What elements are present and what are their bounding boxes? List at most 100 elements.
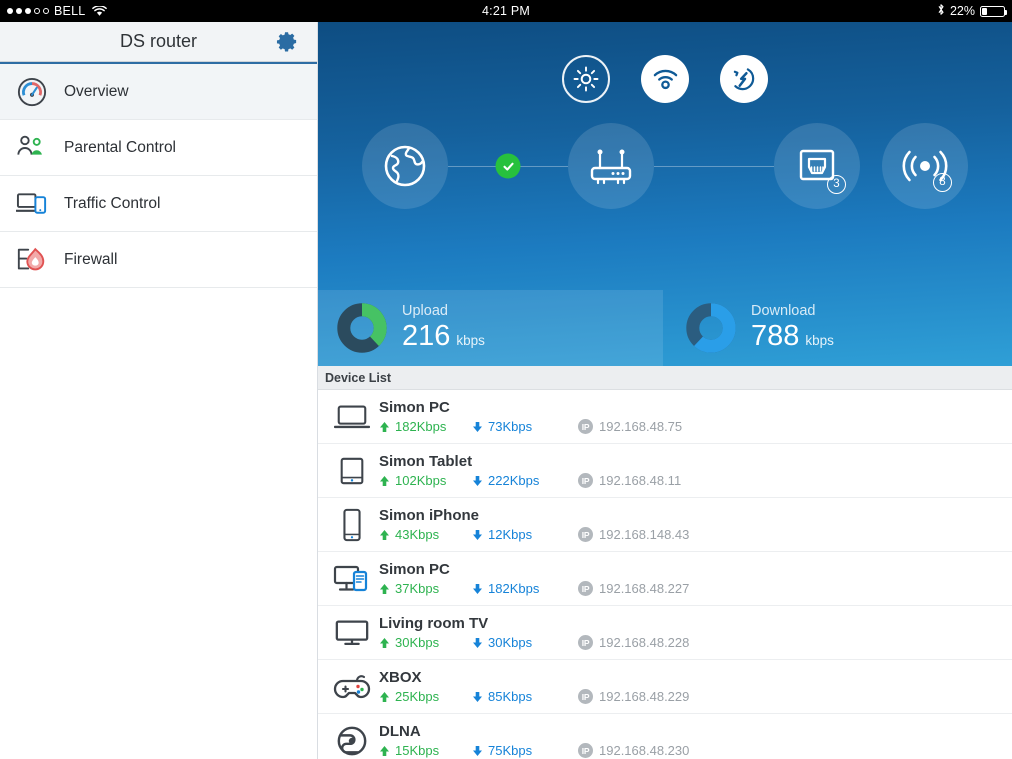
upload-label: Upload: [402, 302, 448, 319]
table-row[interactable]: Simon iPhone 43Kbps 12Kbps IP 192.168.14…: [318, 498, 1012, 552]
dlna-icon: [325, 721, 379, 759]
topology-node-internet[interactable]: [362, 123, 448, 209]
device-name: Living room TV: [379, 614, 489, 632]
ip-stat: IP 192.168.48.75: [578, 419, 682, 435]
upload-arrow-icon: [379, 745, 390, 757]
device-info: XBOX 25Kbps 85Kbps IP 192.168.48.229: [379, 669, 689, 705]
device-stats: 30Kbps 30Kbps IP 192.168.48.228: [379, 635, 689, 651]
download-stat: 182Kbps: [472, 581, 578, 596]
download-value: 12Kbps: [488, 527, 533, 543]
topology-node-router[interactable]: [568, 123, 654, 209]
device-stats: 25Kbps 85Kbps IP 192.168.48.229: [379, 689, 689, 705]
topology-link-router-lan: [654, 165, 774, 167]
sidebar-item-overview[interactable]: Overview: [0, 64, 317, 120]
upload-stat: 25Kbps: [379, 689, 472, 704]
download-stat: 30Kbps: [472, 635, 578, 650]
upload-text-block: Upload 216 kbps: [402, 303, 485, 354]
ip-badge-icon: IP: [578, 689, 593, 705]
wps-power-icon[interactable]: [720, 55, 768, 103]
clock: 4:21 PM: [482, 4, 530, 18]
upload-arrow-icon: [379, 583, 390, 595]
upload-arrow-icon: [379, 637, 390, 649]
smartphone-icon: [325, 505, 379, 545]
download-value: 788: [751, 320, 800, 353]
ip-badge-icon: IP: [578, 743, 593, 759]
quick-action-row: [318, 22, 1012, 103]
download-arrow-icon: [472, 745, 483, 757]
download-speed-panel[interactable]: Download 788 kbps: [663, 290, 1012, 366]
connection-status-check-icon: [495, 153, 521, 179]
network-topology: 3 8: [318, 120, 1012, 212]
sidebar-item-parental-control[interactable]: Parental Control: [0, 120, 317, 176]
device-info: Simon PC 37Kbps 182Kbps IP 192.168.48.22…: [379, 561, 689, 597]
upload-value: 102Kbps: [395, 473, 447, 489]
speed-strip: Upload 216 kbps Download 788 kbps: [318, 290, 1012, 366]
ip-value: 192.168.48.227: [599, 581, 690, 597]
table-row[interactable]: XBOX 25Kbps 85Kbps IP 192.168.48.229: [318, 660, 1012, 714]
page-title: DS router: [119, 31, 198, 51]
ip-value: 192.168.48.11: [599, 473, 682, 489]
device-list-title: Device List: [325, 370, 392, 385]
device-stats: 182Kbps 73Kbps IP 192.168.48.75: [379, 419, 682, 435]
download-stat: 85Kbps: [472, 689, 578, 704]
tablet-icon: [325, 451, 379, 491]
device-stats: 43Kbps 12Kbps IP 192.168.148.43: [379, 527, 690, 543]
download-stat: 75Kbps: [472, 743, 578, 758]
upload-unit: kbps: [456, 333, 485, 349]
upload-stat: 37Kbps: [379, 581, 472, 596]
table-row[interactable]: Simon Tablet 102Kbps 222Kbps IP 192.168.…: [318, 444, 1012, 498]
topology-node-lan[interactable]: 3: [774, 123, 860, 209]
sidebar-item-label: Overview: [64, 82, 129, 100]
upload-stat: 15Kbps: [379, 743, 472, 758]
sidebar-item-label: Parental Control: [64, 138, 177, 156]
ip-value: 192.168.148.43: [599, 527, 690, 543]
upload-stat: 30Kbps: [379, 635, 472, 650]
download-value: 75Kbps: [488, 743, 533, 759]
download-donut-icon: [685, 302, 737, 354]
device-stats: 15Kbps 75Kbps IP 192.168.48.230: [379, 743, 690, 759]
router-icon: [590, 149, 632, 185]
device-name: Simon PC: [379, 560, 450, 578]
ip-badge-icon: IP: [578, 527, 593, 543]
speedometer-icon: [14, 75, 50, 109]
upload-value: 15Kbps: [395, 743, 440, 759]
table-row[interactable]: Simon PC 182Kbps 73Kbps IP 192.168.48.75: [318, 390, 1012, 444]
device-info: Simon PC 182Kbps 73Kbps IP 192.168.48.75: [379, 399, 682, 435]
ip-badge-icon: IP: [578, 635, 593, 651]
battery-icon: [980, 5, 1007, 17]
table-row[interactable]: Simon PC 37Kbps 182Kbps IP 192.168.48.22…: [318, 552, 1012, 606]
upload-arrow-icon: [379, 691, 390, 703]
device-info: DLNA 15Kbps 75Kbps IP 192.168.48.230: [379, 723, 689, 759]
status-right: 22%: [937, 3, 1007, 19]
upload-value: 30Kbps: [395, 635, 440, 651]
download-value-row: 788 kbps: [751, 320, 834, 353]
ip-stat: IP 192.168.48.11: [578, 473, 682, 489]
ip-badge-icon: IP: [578, 581, 593, 597]
sidebar-item-label: Firewall: [64, 250, 118, 268]
download-stat: 73Kbps: [472, 419, 578, 434]
ip-value: 192.168.48.230: [599, 743, 690, 759]
download-value: 222Kbps: [488, 473, 540, 489]
led-brightness-icon[interactable]: [562, 55, 610, 103]
main-panel: 3 8 Upload 216 kbps Download 788 kbps De…: [318, 22, 1012, 759]
battery-percent-label: 22%: [949, 4, 975, 18]
download-value: 182Kbps: [488, 581, 540, 597]
upload-value: 182Kbps: [395, 419, 447, 435]
sidebar-item-firewall[interactable]: Firewall: [0, 232, 317, 288]
gear-icon[interactable]: [274, 29, 300, 55]
wifi-toggle-icon[interactable]: [641, 55, 689, 103]
sidebar-item-traffic-control[interactable]: Traffic Control: [0, 176, 317, 232]
bluetooth-icon: [937, 3, 945, 19]
download-arrow-icon: [472, 529, 483, 541]
table-row[interactable]: Living room TV 30Kbps 30Kbps IP 192.168.…: [318, 606, 1012, 660]
topology-node-wireless[interactable]: 8: [882, 123, 968, 209]
upload-stat: 182Kbps: [379, 419, 472, 434]
device-info: Simon Tablet 102Kbps 222Kbps IP 192.168.…: [379, 453, 681, 489]
upload-speed-panel[interactable]: Upload 216 kbps: [318, 290, 663, 366]
download-arrow-icon: [472, 691, 483, 703]
ip-stat: IP 192.168.48.230: [578, 743, 690, 759]
upload-value: 43Kbps: [395, 527, 440, 543]
device-list: Device List Simon PC 182Kbps 73Kbps IP 1…: [318, 366, 1012, 759]
download-arrow-icon: [472, 583, 483, 595]
table-row[interactable]: DLNA 15Kbps 75Kbps IP 192.168.48.230: [318, 714, 1012, 759]
